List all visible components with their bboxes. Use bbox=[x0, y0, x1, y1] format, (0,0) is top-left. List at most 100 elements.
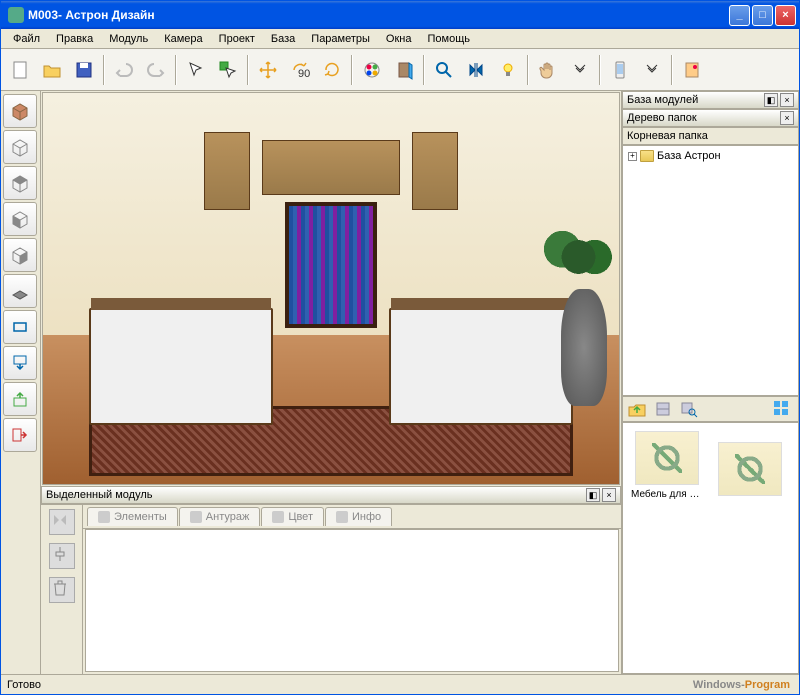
folder-thumb-icon bbox=[718, 442, 782, 496]
down-button[interactable] bbox=[3, 346, 37, 380]
thumbs-panel[interactable]: Мебель для д... bbox=[622, 422, 799, 675]
folder-tree[interactable]: + База Астрон bbox=[622, 145, 799, 396]
svg-text:90°: 90° bbox=[298, 68, 310, 80]
move-button[interactable] bbox=[253, 55, 283, 85]
selected-module-header: Выделенный модуль ◧ × bbox=[41, 486, 621, 504]
server-button[interactable] bbox=[651, 398, 675, 420]
slider-icon[interactable] bbox=[49, 543, 75, 569]
open-button[interactable] bbox=[37, 55, 67, 85]
door-button[interactable] bbox=[389, 55, 419, 85]
rotate-button[interactable] bbox=[317, 55, 347, 85]
hand-button[interactable] bbox=[533, 55, 563, 85]
panel-close-button[interactable]: × bbox=[780, 111, 794, 125]
left-toolbar bbox=[1, 91, 41, 674]
statusbar: Готово bbox=[1, 674, 799, 694]
rotate-90-button[interactable]: 90° bbox=[285, 55, 315, 85]
module-base-header: База модулей ◧ × bbox=[622, 91, 799, 109]
window-title: M003- Астрон Дизайн bbox=[28, 8, 729, 22]
right-button[interactable] bbox=[3, 418, 37, 452]
panel-close-button[interactable]: × bbox=[602, 488, 616, 502]
mobile-button[interactable] bbox=[605, 55, 635, 85]
module-base-title: База модулей bbox=[627, 94, 698, 106]
folder-tree-title: Дерево папок bbox=[627, 112, 697, 124]
main-area: Выделенный модуль ◧ × Элементы Антураж Ц… bbox=[1, 91, 799, 674]
folder-icon bbox=[640, 150, 654, 162]
cube-solid-button[interactable] bbox=[3, 94, 37, 128]
thumb-item[interactable] bbox=[714, 442, 786, 500]
center-column: Выделенный модуль ◧ × Элементы Антураж Ц… bbox=[41, 91, 621, 674]
bottom-side-tools bbox=[41, 505, 83, 674]
separator bbox=[671, 55, 673, 85]
status-text: Готово bbox=[7, 679, 41, 691]
viewport-3d[interactable] bbox=[42, 92, 620, 485]
tree-item-label: База Астрон bbox=[657, 150, 721, 162]
search-server-button[interactable] bbox=[677, 398, 701, 420]
save-button[interactable] bbox=[69, 55, 99, 85]
app-icon bbox=[8, 7, 24, 23]
select-button[interactable] bbox=[181, 55, 211, 85]
view-mode-button[interactable] bbox=[768, 398, 796, 420]
rect-button[interactable] bbox=[3, 310, 37, 344]
menu-base[interactable]: База bbox=[264, 31, 302, 47]
zoom-button[interactable] bbox=[429, 55, 459, 85]
tab-content bbox=[85, 529, 619, 672]
panel-pin-button[interactable]: ◧ bbox=[764, 93, 778, 107]
separator bbox=[175, 55, 177, 85]
cube-top-button[interactable] bbox=[3, 166, 37, 200]
multi-select-button[interactable] bbox=[213, 55, 243, 85]
bottom-tabs: Элементы Антураж Цвет Инфо bbox=[83, 505, 621, 529]
expand-icon[interactable]: + bbox=[628, 152, 637, 161]
color-wheel-button[interactable] bbox=[357, 55, 387, 85]
new-button[interactable] bbox=[5, 55, 35, 85]
cube-front-button[interactable] bbox=[3, 202, 37, 236]
light-button[interactable] bbox=[493, 55, 523, 85]
export-button[interactable] bbox=[677, 55, 707, 85]
menu-windows[interactable]: Окна bbox=[379, 31, 419, 47]
separator bbox=[423, 55, 425, 85]
redo-button[interactable] bbox=[141, 55, 171, 85]
tab-info[interactable]: Инфо bbox=[325, 507, 392, 526]
minimize-button[interactable]: _ bbox=[729, 5, 750, 26]
separator bbox=[599, 55, 601, 85]
separator bbox=[247, 55, 249, 85]
maximize-button[interactable]: □ bbox=[752, 5, 773, 26]
menu-module[interactable]: Модуль bbox=[102, 31, 155, 47]
separator bbox=[351, 55, 353, 85]
cube-iso-button[interactable] bbox=[3, 238, 37, 272]
main-toolbar: 90° bbox=[1, 49, 799, 91]
menu-params[interactable]: Параметры bbox=[304, 31, 377, 47]
more-button[interactable] bbox=[565, 55, 595, 85]
menu-help[interactable]: Помощь bbox=[420, 31, 477, 47]
thumb-label: Мебель для д... bbox=[631, 489, 703, 500]
bottom-panel: Элементы Антураж Цвет Инфо bbox=[41, 504, 621, 674]
menu-file[interactable]: Файл bbox=[6, 31, 47, 47]
up-button[interactable] bbox=[3, 382, 37, 416]
tab-color[interactable]: Цвет bbox=[261, 507, 324, 526]
mirror-icon[interactable] bbox=[49, 509, 75, 535]
folder-thumb-icon bbox=[635, 431, 699, 485]
titlebar: M003- Астрон Дизайн _ □ × bbox=[1, 1, 799, 29]
more-button-2[interactable] bbox=[637, 55, 667, 85]
close-button[interactable]: × bbox=[775, 5, 796, 26]
folder-tree-header: Дерево папок × bbox=[622, 109, 799, 127]
root-folder-header: Корневая папка bbox=[622, 127, 799, 145]
menu-project[interactable]: Проект bbox=[212, 31, 262, 47]
right-sidebar: База модулей ◧ × Дерево папок × Корневая… bbox=[621, 91, 799, 674]
trash-icon[interactable] bbox=[49, 577, 75, 603]
panel-pin-button[interactable]: ◧ bbox=[586, 488, 600, 502]
window-controls: _ □ × bbox=[729, 5, 796, 26]
mirror-button[interactable] bbox=[461, 55, 491, 85]
plane-button[interactable] bbox=[3, 274, 37, 308]
tab-elements[interactable]: Элементы bbox=[87, 507, 178, 526]
menu-camera[interactable]: Камера bbox=[157, 31, 209, 47]
tab-entourage[interactable]: Антураж bbox=[179, 507, 261, 526]
thumb-item[interactable]: Мебель для д... bbox=[631, 431, 703, 500]
room-scene bbox=[43, 93, 619, 484]
panel-close-button[interactable]: × bbox=[780, 93, 794, 107]
tree-item[interactable]: + База Астрон bbox=[626, 149, 795, 163]
undo-button[interactable] bbox=[109, 55, 139, 85]
menu-edit[interactable]: Правка bbox=[49, 31, 100, 47]
up-folder-button[interactable] bbox=[625, 398, 649, 420]
thumbs-toolbar bbox=[622, 396, 799, 422]
cube-wire-button[interactable] bbox=[3, 130, 37, 164]
